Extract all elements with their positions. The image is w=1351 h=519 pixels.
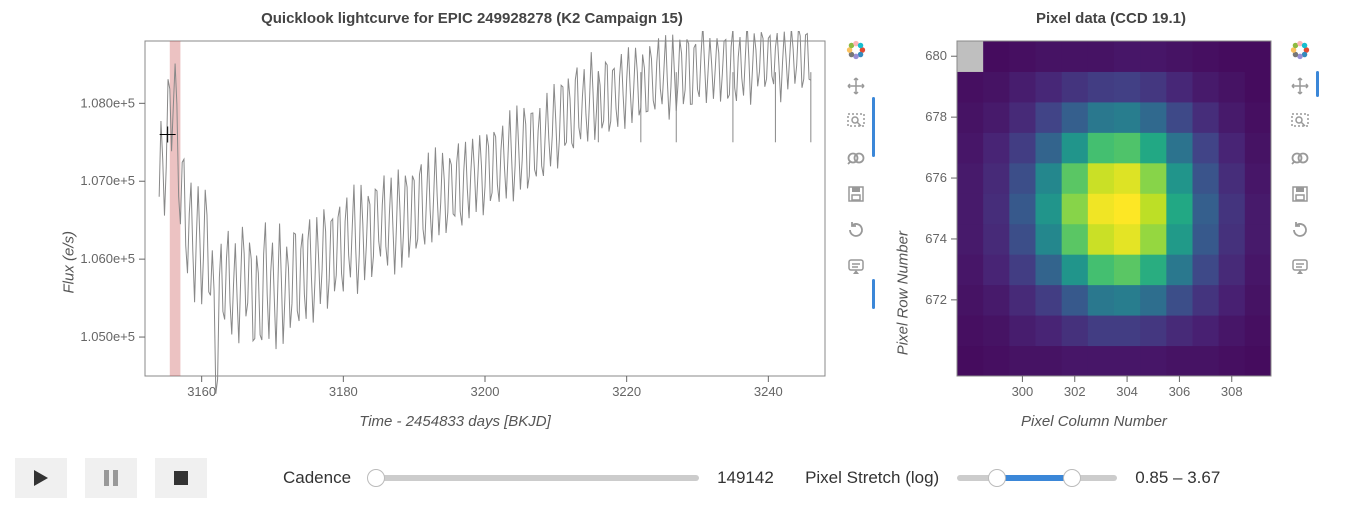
- reset-icon[interactable]: [843, 217, 869, 243]
- svg-text:3160: 3160: [187, 384, 216, 399]
- hover-icon[interactable]: [1287, 253, 1313, 279]
- pause-button[interactable]: [85, 458, 137, 498]
- stretch-slider-handle-hi[interactable]: [1063, 469, 1081, 487]
- reset-icon[interactable]: [1287, 217, 1313, 243]
- svg-text:3180: 3180: [329, 384, 358, 399]
- lightcurve-title: Quicklook lightcurve for EPIC 249928278 …: [261, 10, 683, 27]
- svg-text:3220: 3220: [612, 384, 641, 399]
- pan-icon[interactable]: [843, 73, 869, 99]
- play-button[interactable]: [15, 458, 67, 498]
- cadence-label: Cadence: [283, 468, 351, 488]
- svg-text:676: 676: [925, 170, 947, 185]
- svg-text:1.050e+5: 1.050e+5: [80, 329, 135, 344]
- lightcurve-ylabel: Flux (e/s): [61, 231, 78, 294]
- hover-icon[interactable]: [843, 253, 869, 279]
- wheelzoom-icon[interactable]: [1287, 145, 1313, 171]
- svg-text:672: 672: [925, 292, 947, 307]
- svg-text:306: 306: [1169, 384, 1191, 399]
- cadence-slider[interactable]: [369, 475, 699, 481]
- svg-text:1.070e+5: 1.070e+5: [80, 173, 135, 188]
- svg-text:674: 674: [925, 231, 947, 246]
- stop-button[interactable]: [155, 458, 207, 498]
- svg-text:308: 308: [1221, 384, 1243, 399]
- stretch-label: Pixel Stretch (log): [805, 468, 939, 488]
- stretch-slider[interactable]: [957, 475, 1117, 481]
- wheelzoom-icon[interactable]: [843, 145, 869, 171]
- pixeldata-ylabel: Pixel Row Number: [895, 231, 912, 355]
- bokeh-logo-icon[interactable]: [1287, 37, 1313, 63]
- pixeldata-title: Pixel data (CCD 19.1): [1036, 10, 1186, 27]
- boxzoom-icon[interactable]: [843, 109, 869, 135]
- svg-text:3240: 3240: [754, 384, 783, 399]
- bokeh-logo-icon[interactable]: [843, 37, 869, 63]
- pixeldata-plot[interactable]: 300 302 304 306 308 672 674 676 678 680: [909, 31, 1279, 411]
- save-icon[interactable]: [843, 181, 869, 207]
- svg-text:302: 302: [1064, 384, 1086, 399]
- save-icon[interactable]: [1287, 181, 1313, 207]
- stretch-value: 0.85 – 3.67: [1135, 468, 1220, 488]
- svg-text:3200: 3200: [471, 384, 500, 399]
- svg-text:1.060e+5: 1.060e+5: [80, 251, 135, 266]
- lightcurve-xlabel: Time - 2454833 days [BKJD]: [75, 413, 835, 430]
- svg-text:680: 680: [925, 48, 947, 63]
- svg-text:304: 304: [1116, 384, 1138, 399]
- svg-text:1.080e+5: 1.080e+5: [80, 95, 135, 110]
- svg-text:678: 678: [925, 109, 947, 124]
- svg-text:300: 300: [1012, 384, 1034, 399]
- cadence-value: 149142: [717, 468, 777, 488]
- cadence-slider-handle[interactable]: [367, 469, 385, 487]
- stretch-slider-handle-lo[interactable]: [988, 469, 1006, 487]
- pixeldata-xlabel: Pixel Column Number: [909, 413, 1279, 430]
- boxzoom-icon[interactable]: [1287, 109, 1313, 135]
- pan-icon[interactable]: [1287, 73, 1313, 99]
- lightcurve-plot[interactable]: 1.050e+5 1.060e+5 1.070e+5 1.080e+5 3160 3180…: [75, 31, 835, 411]
